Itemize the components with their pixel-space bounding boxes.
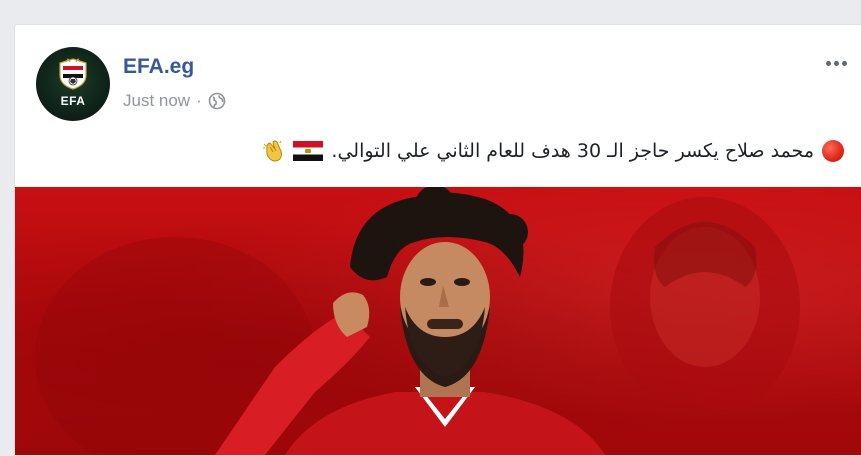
page-avatar[interactable]: EFA xyxy=(36,47,110,121)
more-options-button[interactable] xyxy=(821,53,851,73)
facebook-post: EFA EFA.eg Just now · محمد صلاح يكسر حاج… xyxy=(14,24,861,456)
ellipsis-icon xyxy=(825,60,831,66)
egypt-flag-icon xyxy=(293,141,324,161)
meta-separator: · xyxy=(196,91,202,110)
post-text-body: محمد صلاح يكسر حاجز الـ 30 هدف للعام الث… xyxy=(331,140,814,162)
ellipsis-dot xyxy=(841,60,847,66)
avatar-label: EFA xyxy=(60,94,86,108)
post-photo[interactable] xyxy=(15,187,861,455)
post-text: محمد صلاح يكسر حاجز الـ 30 هدف للعام الث… xyxy=(261,138,844,164)
globe-icon[interactable] xyxy=(208,92,226,110)
page-name-link[interactable]: EFA.eg xyxy=(123,55,194,79)
ellipsis-dot xyxy=(833,60,839,66)
post-timestamp[interactable]: Just now xyxy=(123,91,190,111)
post-meta: Just now · xyxy=(123,91,226,111)
efa-crest-icon xyxy=(59,58,87,90)
clapping-hands-icon xyxy=(263,140,283,162)
red-circle-icon xyxy=(822,140,844,162)
player-celebration-photo xyxy=(35,187,800,455)
